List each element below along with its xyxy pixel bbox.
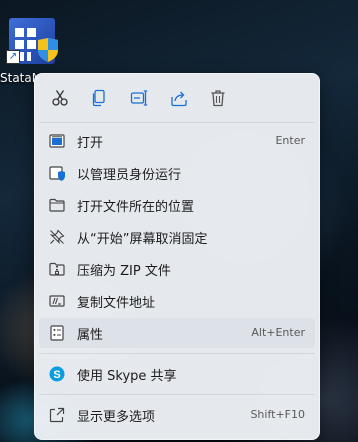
rename-button[interactable] — [127, 86, 151, 110]
context-menu: 打开 Enter 以管理员身份运行 打开文件所在的位置 从“开始”屏幕取消固定 … — [34, 73, 320, 440]
delete-button[interactable] — [206, 86, 230, 110]
trash-icon — [211, 90, 225, 107]
share-icon — [171, 91, 187, 107]
copy-icon — [92, 89, 105, 107]
cut-button[interactable] — [48, 86, 72, 110]
menu-item-label: 显示更多选项 — [77, 410, 156, 425]
properties-icon — [49, 325, 65, 341]
menu-item-label: 压缩为 ZIP 文件 — [77, 264, 171, 279]
menu-item-share-with-skype[interactable]: S 使用 Skype 共享 — [39, 359, 315, 389]
admin-shield-icon — [49, 165, 65, 181]
context-menu-toolbar — [35, 74, 319, 122]
menu-item-show-more-options[interactable]: 显示更多选项 Shift+F10 — [39, 400, 315, 430]
desktop-icon-label: StataM — [0, 71, 38, 85]
shortcut-arrow-icon: ↗ — [6, 50, 20, 64]
menu-item-label: 以管理员身份运行 — [77, 168, 182, 183]
menu-item-label: 使用 Skype 共享 — [77, 369, 177, 384]
menu-item-label: 打开文件所在的位置 — [77, 200, 195, 215]
menu-item-unpin-from-start[interactable]: 从“开始”屏幕取消固定 — [39, 222, 315, 252]
menu-item-copy-as-path[interactable]: 复制文件地址 — [39, 286, 315, 316]
menu-item-shortcut: Alt+Enter — [251, 326, 305, 339]
menu-item-label: 属性 — [77, 328, 104, 343]
menu-item-compress-zip[interactable]: 压缩为 ZIP 文件 — [39, 254, 315, 284]
menu-item-shortcut: Enter — [275, 134, 305, 147]
copy-button[interactable] — [87, 86, 111, 110]
skype-icon: S — [49, 366, 65, 382]
zip-folder-icon — [49, 261, 65, 277]
open-app-icon — [49, 133, 65, 149]
more-options-icon — [49, 407, 65, 423]
scissors-icon — [52, 90, 68, 106]
menu-item-label: 打开 — [77, 136, 104, 151]
menu-item-open[interactable]: 打开 Enter — [39, 126, 315, 156]
svg-text:S: S — [53, 369, 60, 381]
share-button[interactable] — [167, 86, 191, 110]
menu-item-run-as-admin[interactable]: 以管理员身份运行 — [39, 158, 315, 188]
separator — [39, 353, 315, 354]
menu-item-shortcut: Shift+F10 — [250, 408, 305, 421]
rename-icon — [130, 90, 148, 106]
unpin-icon — [49, 229, 65, 245]
folder-icon — [49, 197, 65, 213]
uac-shield-icon — [38, 38, 58, 62]
menu-item-label: 复制文件地址 — [77, 296, 156, 311]
copy-path-icon — [49, 293, 65, 309]
menu-item-label: 从“开始”屏幕取消固定 — [77, 232, 208, 247]
menu-item-open-file-location[interactable]: 打开文件所在的位置 — [39, 190, 315, 220]
separator — [39, 122, 315, 123]
separator — [39, 394, 315, 395]
menu-item-properties[interactable]: 属性 Alt+Enter — [39, 318, 315, 348]
